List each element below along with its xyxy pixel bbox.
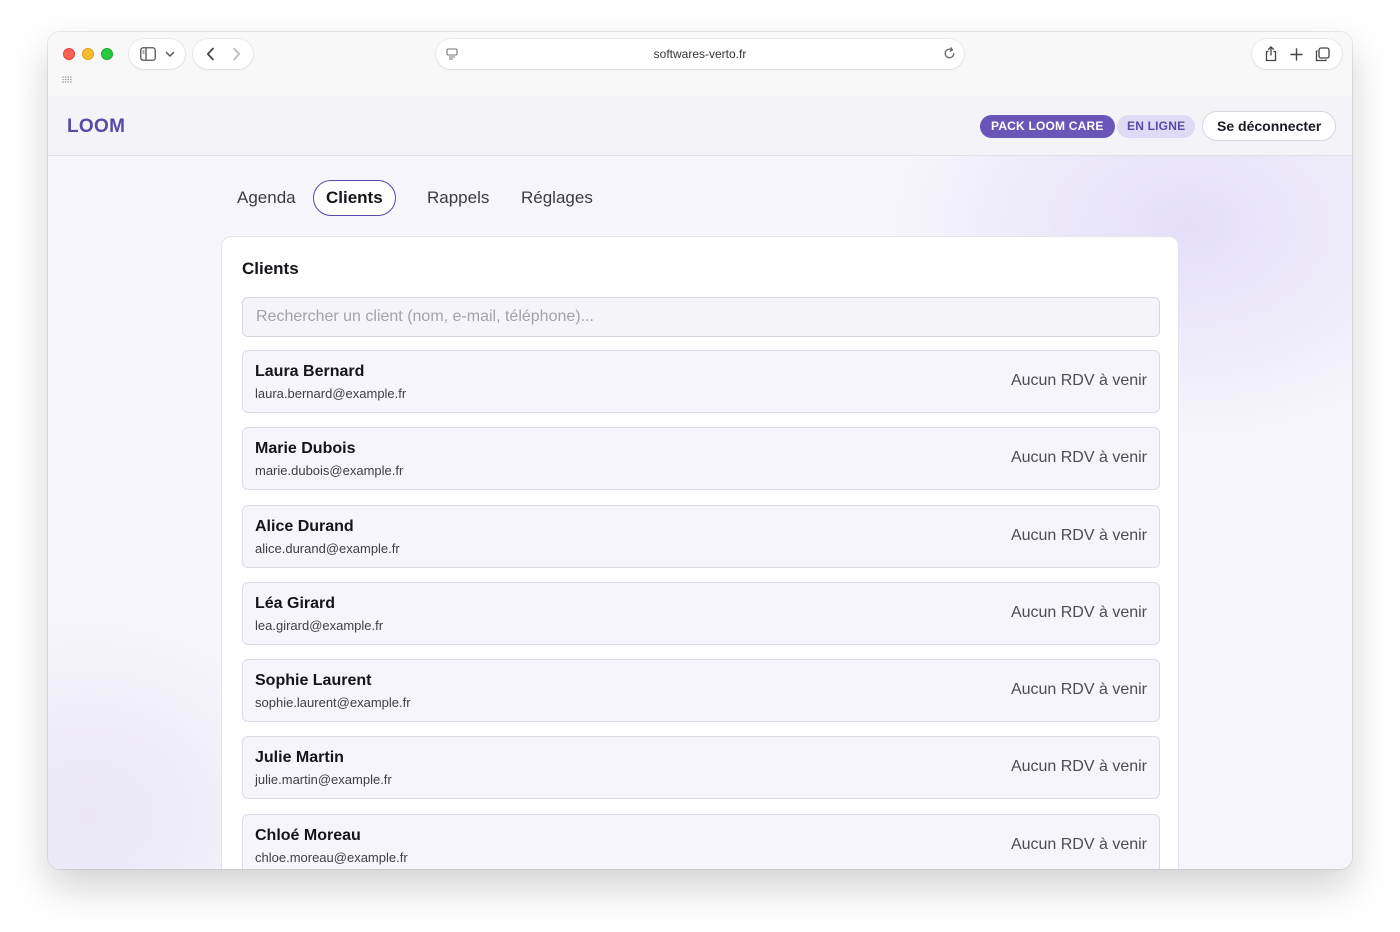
client-name: Marie Dubois (255, 440, 356, 457)
sidebar-icon[interactable] (139, 47, 156, 61)
pack-badge: PACK LOOM CARE (980, 115, 1115, 138)
client-name: Sophie Laurent (255, 672, 372, 689)
card-title: Clients (242, 259, 299, 278)
zoom-window-button[interactable] (101, 48, 113, 60)
client-name: Julie Martin (255, 749, 344, 766)
close-window-button[interactable] (63, 48, 75, 60)
client-name: Alice Durand (255, 518, 354, 535)
client-appointment-status: Aucun RDV à venir (1010, 681, 1147, 698)
client-row[interactable]: Chloé Moreau chloe.moreau@example.fr Auc… (242, 814, 1160, 869)
window-controls (63, 48, 113, 60)
tab-agenda[interactable]: Agenda (224, 180, 309, 216)
client-appointment-status: Aucun RDV à venir (1010, 604, 1147, 621)
grid-icon[interactable] (62, 76, 72, 83)
reload-icon[interactable] (943, 47, 956, 60)
tab-reglages[interactable]: Réglages (508, 180, 606, 216)
plus-icon[interactable] (1290, 47, 1303, 61)
url-text: softwares-verto.fr (653, 47, 747, 61)
client-row[interactable]: Alice Durand alice.durand@example.fr Auc… (242, 505, 1160, 568)
clients-card: Clients Laura Bernard laura.bernard@exam… (221, 236, 1179, 869)
page-menu-icon[interactable] (446, 48, 458, 60)
client-row[interactable]: Marie Dubois marie.dubois@example.fr Auc… (242, 427, 1160, 490)
tab-clients[interactable]: Clients (313, 180, 396, 216)
minimize-window-button[interactable] (82, 48, 94, 60)
client-email: lea.girard@example.fr (255, 618, 384, 633)
client-email: alice.durand@example.fr (255, 541, 400, 556)
client-appointment-status: Aucun RDV à venir (1010, 836, 1147, 853)
app-header: LOOM PACK LOOM CARE EN LIGNE Se déconnec… (48, 96, 1352, 156)
client-email: laura.bernard@example.fr (255, 386, 407, 401)
chevron-down-icon[interactable] (165, 51, 175, 58)
client-name: Chloé Moreau (255, 827, 361, 844)
client-row[interactable]: Laura Bernard laura.bernard@example.fr A… (242, 350, 1160, 413)
history-nav-group (193, 39, 253, 69)
tabs-overview-icon[interactable] (1315, 46, 1330, 62)
client-appointment-status: Aucun RDV à venir (1010, 758, 1147, 775)
app-page: LOOM PACK LOOM CARE EN LIGNE Se déconnec… (48, 96, 1352, 869)
client-email: julie.martin@example.fr (255, 772, 392, 787)
online-status-badge: EN LIGNE (1117, 115, 1196, 138)
tab-rappels[interactable]: Rappels (414, 180, 502, 216)
logout-button[interactable]: Se déconnecter (1202, 111, 1337, 141)
client-row[interactable]: Léa Girard lea.girard@example.fr Aucun R… (242, 582, 1160, 645)
sidebar-toggle-group (129, 39, 185, 69)
brand-logo[interactable]: LOOM (67, 116, 125, 138)
client-row[interactable]: Julie Martin julie.martin@example.fr Auc… (242, 736, 1160, 799)
forward-arrow-icon[interactable] (232, 47, 241, 61)
back-arrow-icon[interactable] (206, 47, 215, 61)
client-name: Léa Girard (255, 595, 336, 612)
client-appointment-status: Aucun RDV à venir (1010, 527, 1147, 544)
client-row[interactable]: Sophie Laurent sophie.laurent@example.fr… (242, 659, 1160, 722)
client-appointment-status: Aucun RDV à venir (1010, 372, 1147, 389)
address-bar[interactable]: softwares-verto.fr (436, 39, 964, 69)
client-email: chloe.moreau@example.fr (255, 850, 408, 865)
share-icon[interactable] (1264, 46, 1278, 62)
client-appointment-status: Aucun RDV à venir (1010, 449, 1147, 466)
client-email: marie.dubois@example.fr (255, 463, 404, 478)
client-name: Laura Bernard (255, 363, 365, 380)
browser-toolbar: softwares-verto.fr (48, 32, 1352, 96)
client-email: sophie.laurent@example.fr (255, 695, 411, 710)
client-search-input[interactable] (242, 297, 1160, 337)
browser-actions-group (1252, 39, 1342, 69)
browser-window: softwares-verto.fr LOOM PACK LOOM CARE E… (48, 32, 1352, 869)
